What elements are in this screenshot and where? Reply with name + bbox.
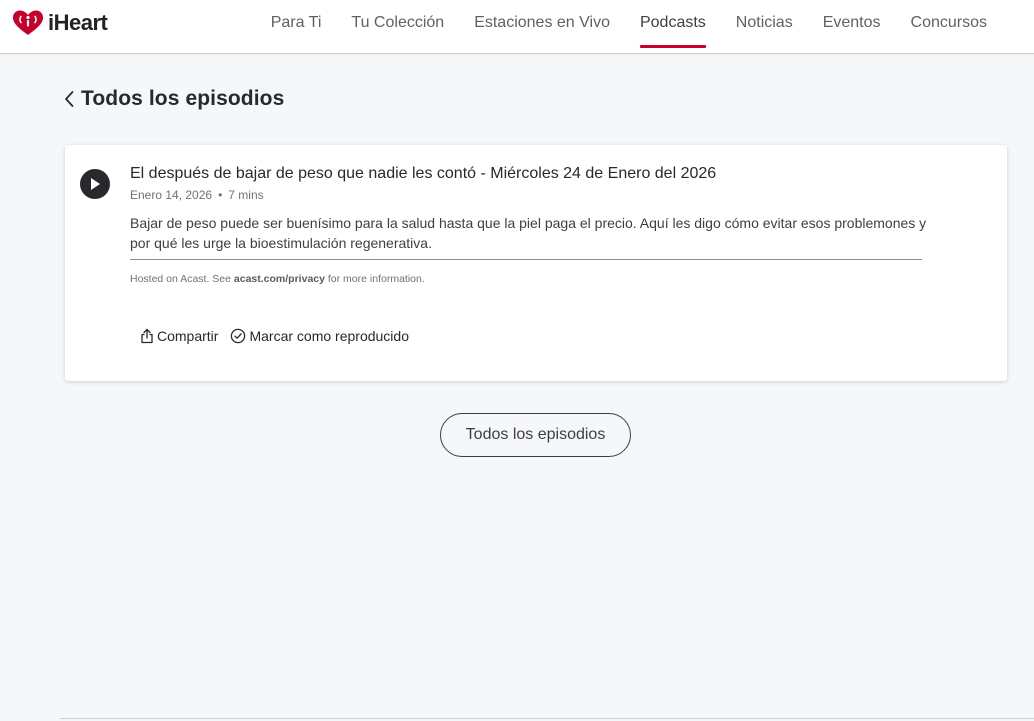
episode-title: El después de bajar de peso que nadie le…: [130, 165, 717, 182]
main-nav: Para Ti Tu Colección Estaciones en Vivo …: [271, 0, 987, 54]
description-divider: [130, 259, 922, 260]
episode-actions: Compartir Marcar como reproducido: [140, 328, 409, 344]
all-episodes-button[interactable]: Todos los episodios: [440, 413, 631, 457]
nav-item-para-ti[interactable]: Para Ti: [271, 0, 322, 50]
meta-separator: •: [218, 188, 223, 202]
episode-date: Enero 14, 2026: [130, 188, 213, 202]
nav-item-tu-coleccion[interactable]: Tu Colección: [351, 0, 444, 50]
episode-meta: Enero 14, 2026 • 7 mins: [130, 188, 264, 202]
nav-item-podcasts[interactable]: Podcasts: [639, 0, 706, 50]
check-circle-icon: [231, 328, 246, 344]
hosted-prefix: Hosted on Acast. See: [130, 273, 234, 285]
hosted-note: Hosted on Acast. See acast.com/privacy f…: [130, 273, 425, 285]
share-button[interactable]: Compartir: [140, 328, 218, 344]
iheart-logo[interactable]: iHeart: [11, 9, 108, 37]
share-label: Compartir: [157, 328, 219, 344]
iheart-heart-icon: [13, 10, 43, 35]
hosted-suffix: for more information.: [324, 273, 425, 285]
top-navigation-bar: iHeart Para Ti Tu Colección Estaciones e…: [0, 0, 1034, 54]
mark-as-played-button[interactable]: Marcar como reproducido: [230, 328, 409, 344]
play-icon: [91, 178, 100, 190]
acast-privacy-link[interactable]: acast.com/privacy: [234, 273, 325, 285]
share-icon: [141, 328, 153, 344]
footer-divider: [60, 718, 1034, 719]
episode-card: El después de bajar de peso que nadie le…: [65, 145, 1007, 381]
episode-description: Bajar de peso puede ser buenísimo para l…: [130, 215, 927, 251]
nav-item-noticias[interactable]: Noticias: [736, 0, 793, 50]
mark-as-played-label: Marcar como reproducido: [249, 328, 409, 344]
chevron-left-icon: [65, 91, 74, 107]
page-title: Todos los episodios: [81, 87, 285, 110]
nav-item-concursos[interactable]: Concursos: [911, 0, 987, 50]
nav-item-estaciones-en-vivo[interactable]: Estaciones en Vivo: [474, 0, 610, 50]
episode-duration: 7 mins: [228, 188, 264, 202]
back-to-all-episodes[interactable]: Todos los episodios: [63, 87, 284, 111]
nav-item-eventos[interactable]: Eventos: [823, 0, 881, 50]
play-button[interactable]: [80, 169, 110, 199]
iheart-wordmark: iHeart: [48, 10, 108, 35]
